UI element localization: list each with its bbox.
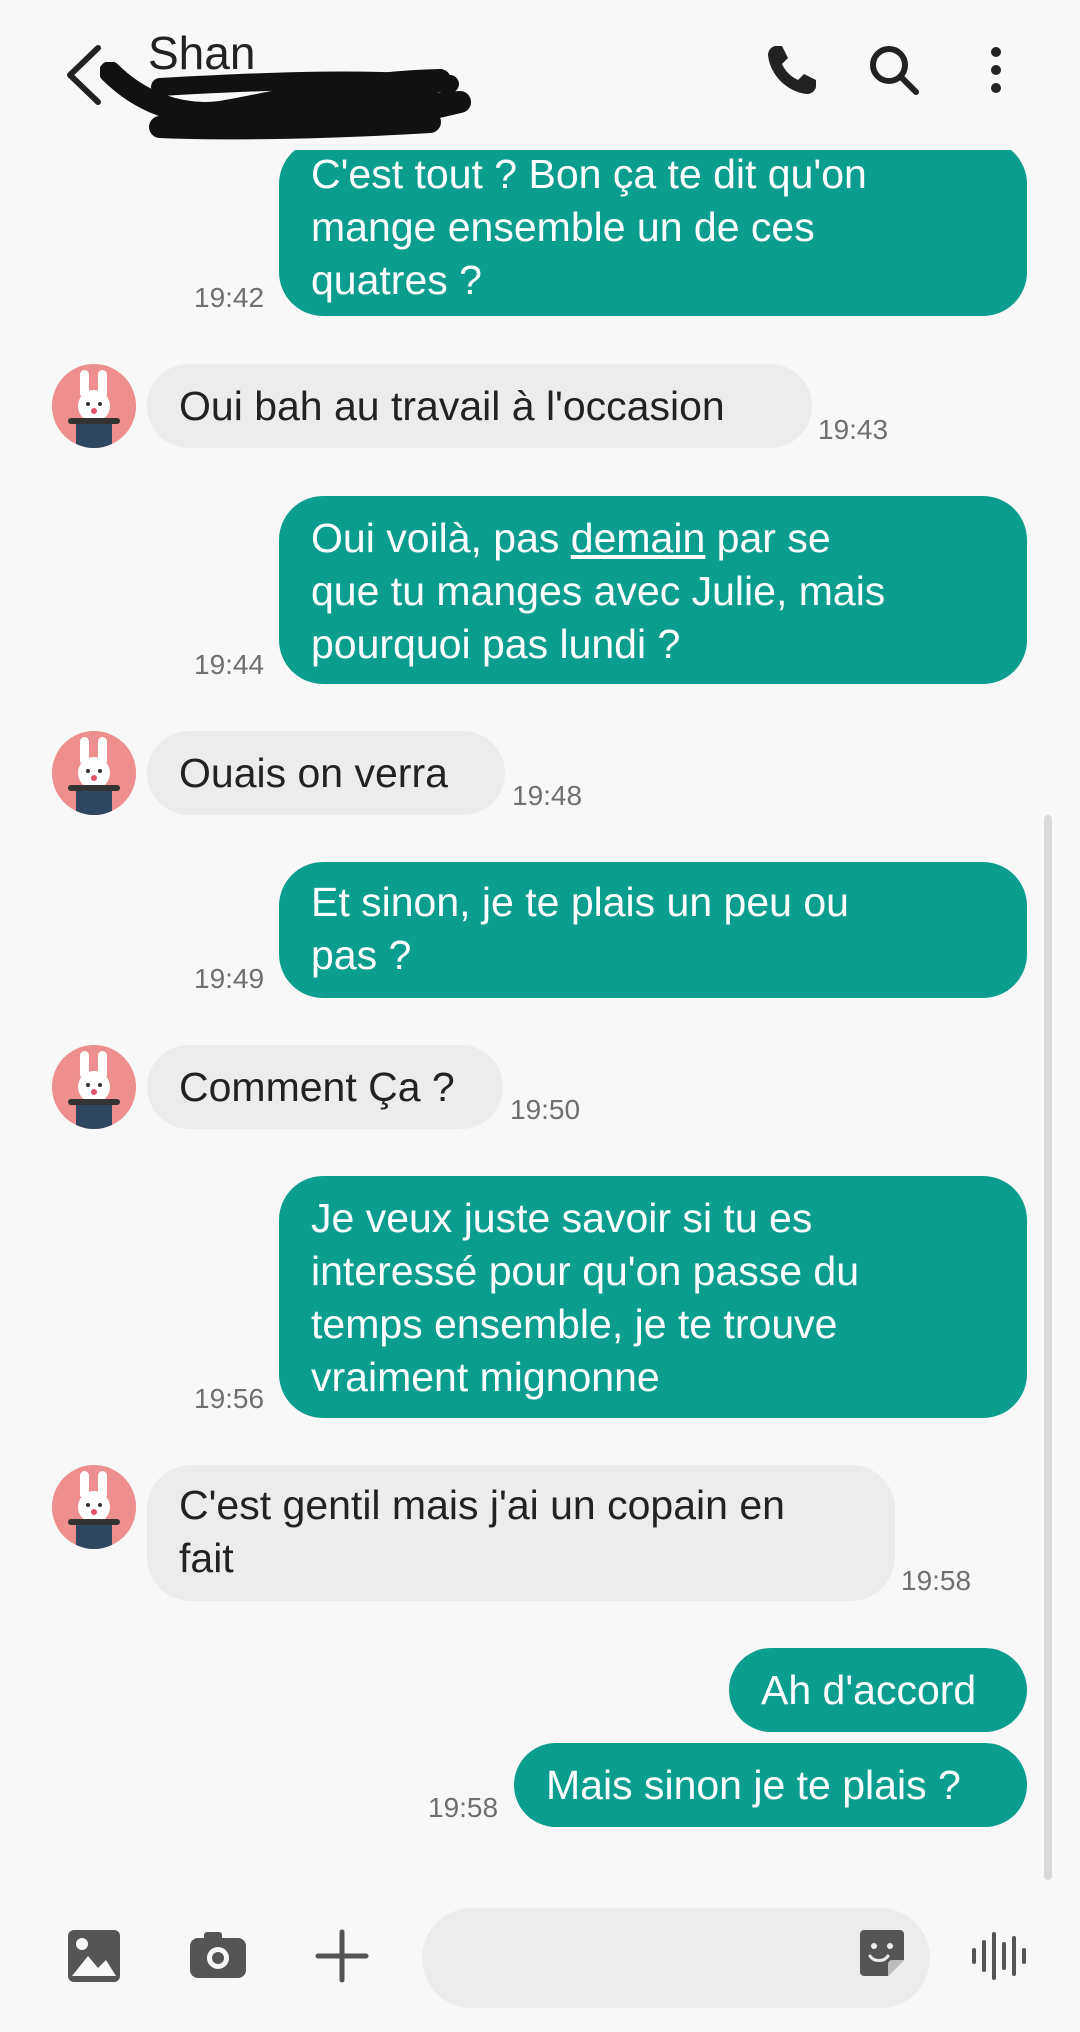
gallery-button[interactable] [58,1920,130,1992]
incoming-message[interactable]: C'est gentil mais j'ai un copain en fait [147,1465,895,1601]
gallery-icon [68,1930,120,1982]
contact-avatar[interactable] [52,364,136,448]
camera-icon [190,1932,246,1978]
message-time: 19:56 [194,1383,265,1414]
conversation-view[interactable]: C'est tout ? Bon ça te dit qu'on mange e… [0,0,1080,1880]
contact-avatar[interactable] [52,1465,136,1549]
search-button[interactable] [864,40,924,100]
message-time: 19:48 [512,780,583,811]
outgoing-message[interactable]: Oui voilà, pas demain par se que tu mang… [279,496,1027,684]
message-time: 19:49 [194,963,265,994]
voice-record-button[interactable] [962,1920,1034,1992]
bunny-avatar-icon [52,1465,136,1549]
conversation-header: Shan [0,0,1080,150]
camera-button[interactable] [182,1920,254,1992]
message-time: 19:44 [194,649,265,680]
add-icon [315,1929,369,1983]
sticker-button[interactable] [852,1924,912,1984]
search-icon [870,46,919,95]
bunny-avatar-icon [52,364,136,448]
date-link[interactable]: demain [571,515,705,561]
message-time: 19:42 [194,282,265,313]
message-time: 19:43 [818,414,889,445]
incoming-message[interactable]: Comment Ça ? [147,1045,503,1129]
incoming-message[interactable]: Oui bah au travail à l'occasion [147,364,812,448]
incoming-message[interactable]: Ouais on verra [147,731,505,815]
add-attachment-button[interactable] [306,1920,378,1992]
outgoing-message[interactable]: Mais sinon je te plais ? [514,1743,1027,1827]
outgoing-message[interactable]: C'est tout ? Bon ça te dit qu'on mange e… [279,140,1027,316]
outgoing-message[interactable]: Ah d'accord [729,1648,1027,1732]
contact-avatar[interactable] [52,731,136,815]
call-button[interactable] [762,40,822,100]
outgoing-message[interactable]: Je veux juste savoir si tu es interessé … [279,1176,1027,1418]
outgoing-message[interactable]: Et sinon, je te plais un peu ou pas ? [279,862,1027,998]
more-vertical-icon [991,47,1001,93]
message-time: 19:58 [428,1792,499,1823]
message-time: 19:50 [510,1094,581,1125]
sticker-icon [860,1930,904,1976]
voice-icon [972,1932,1026,1980]
scrollbar[interactable] [1044,815,1052,1880]
bunny-avatar-icon [52,1045,136,1129]
more-options-button[interactable] [966,40,1026,100]
redaction-scribble [99,61,480,142]
contact-avatar[interactable] [52,1045,136,1129]
phone-icon [768,46,816,94]
message-text: Oui voilà, pas [311,515,571,561]
message-time: 19:58 [901,1565,972,1596]
composer-bar [0,1880,1080,2032]
bunny-avatar-icon [52,731,136,815]
